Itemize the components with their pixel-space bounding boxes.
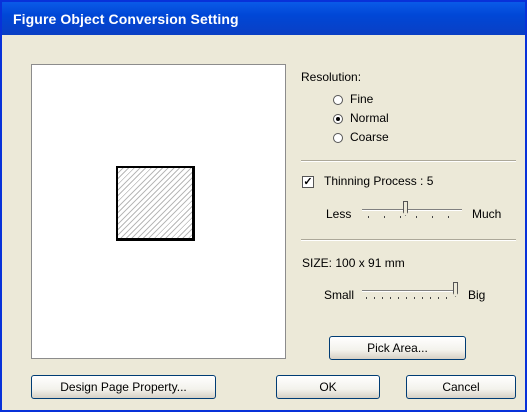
size-tick xyxy=(414,297,415,299)
size-tick xyxy=(406,297,407,299)
thinning-tick xyxy=(416,216,417,218)
figure-preview xyxy=(31,64,286,359)
size-tick xyxy=(446,297,447,299)
pick-area-button[interactable]: Pick Area... xyxy=(329,336,466,360)
size-slider-thumb[interactable] xyxy=(453,282,458,297)
size-tick xyxy=(422,297,423,299)
radio-normal[interactable] xyxy=(333,114,343,124)
thinning-tick xyxy=(400,216,401,218)
thinning-slider-thumb[interactable] xyxy=(403,201,408,216)
radio-fine[interactable] xyxy=(333,95,343,105)
thinning-max-label: Much xyxy=(472,207,502,221)
size-tick xyxy=(390,297,391,299)
design-page-property-button[interactable]: Design Page Property... xyxy=(31,375,216,399)
size-tick xyxy=(374,297,375,299)
thinning-tick xyxy=(432,216,433,218)
radio-coarse[interactable] xyxy=(333,133,343,143)
size-slider-track xyxy=(362,290,458,292)
cancel-button[interactable]: Cancel xyxy=(406,375,516,399)
resolution-label: Resolution: xyxy=(301,70,362,84)
thinning-tick xyxy=(448,216,449,218)
size-tick xyxy=(438,297,439,299)
separator-2 xyxy=(301,239,516,241)
thinning-min-label: Less xyxy=(326,207,352,221)
size-min-label: Small xyxy=(324,288,355,302)
thinning-slider-track xyxy=(362,209,462,211)
thinning-checkbox[interactable]: ✓ xyxy=(302,176,314,188)
radio-normal-label: Normal xyxy=(350,111,389,125)
size-max-label: Big xyxy=(468,288,486,302)
figure-object-shape xyxy=(116,166,195,241)
size-label: SIZE: 100 x 91 mm xyxy=(302,256,405,270)
dialog-title: Figure Object Conversion Setting xyxy=(2,2,525,35)
thinning-tick xyxy=(384,216,385,218)
conversion-setting-dialog: Figure Object Conversion Setting Resolut… xyxy=(0,0,527,412)
thinning-label: Thinning Process : 5 xyxy=(324,174,434,188)
radio-coarse-label: Coarse xyxy=(350,130,389,144)
thinning-tick xyxy=(368,216,369,218)
size-tick xyxy=(430,297,431,299)
size-tick xyxy=(398,297,399,299)
size-tick xyxy=(366,297,367,299)
separator-1 xyxy=(301,160,516,162)
radio-fine-label: Fine xyxy=(350,92,374,106)
ok-button[interactable]: OK xyxy=(276,375,380,399)
size-tick xyxy=(382,297,383,299)
